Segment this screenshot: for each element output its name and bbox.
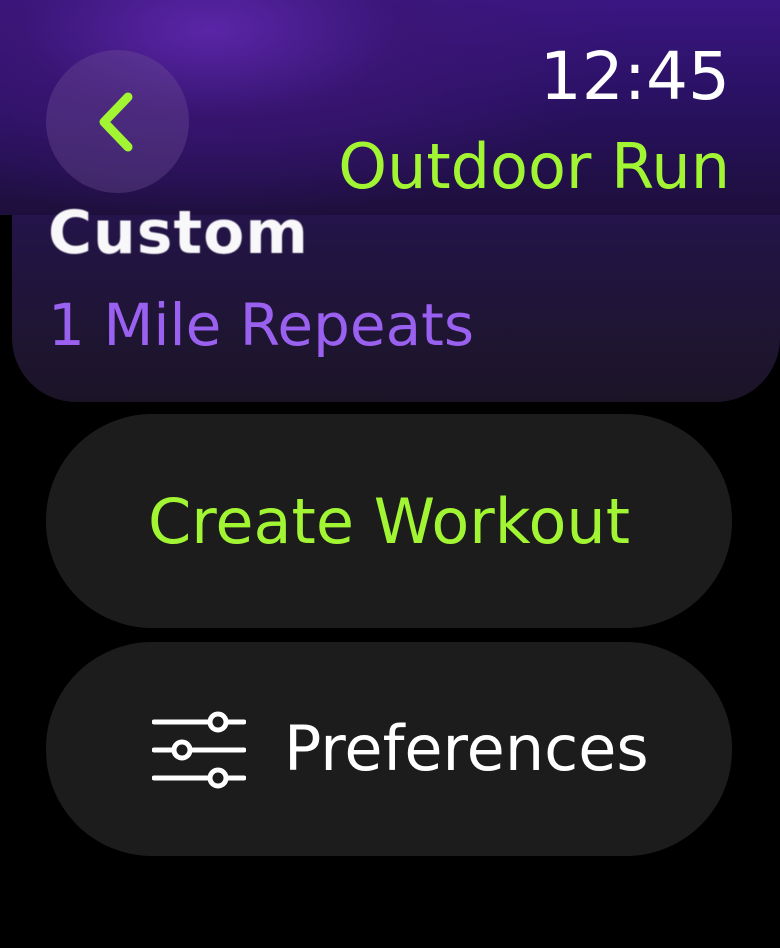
- workout-card-subtitle: 1 Mile Repeats: [48, 291, 475, 359]
- preferences-label: Preferences: [284, 712, 649, 785]
- back-button[interactable]: [46, 50, 189, 193]
- sliders-icon: [152, 711, 246, 789]
- page-title: Outdoor Run: [338, 130, 730, 203]
- chevron-left-icon: [99, 92, 132, 151]
- watch-screen: Custom 1 Mile Repeats 12:45 Outdoor Run …: [0, 0, 780, 948]
- create-workout-button[interactable]: Create Workout: [46, 414, 732, 628]
- clock-time: 12:45: [539, 38, 730, 115]
- workout-card-title: Custom: [48, 198, 309, 268]
- create-workout-label: Create Workout: [147, 484, 631, 558]
- preferences-button[interactable]: Preferences: [46, 642, 732, 856]
